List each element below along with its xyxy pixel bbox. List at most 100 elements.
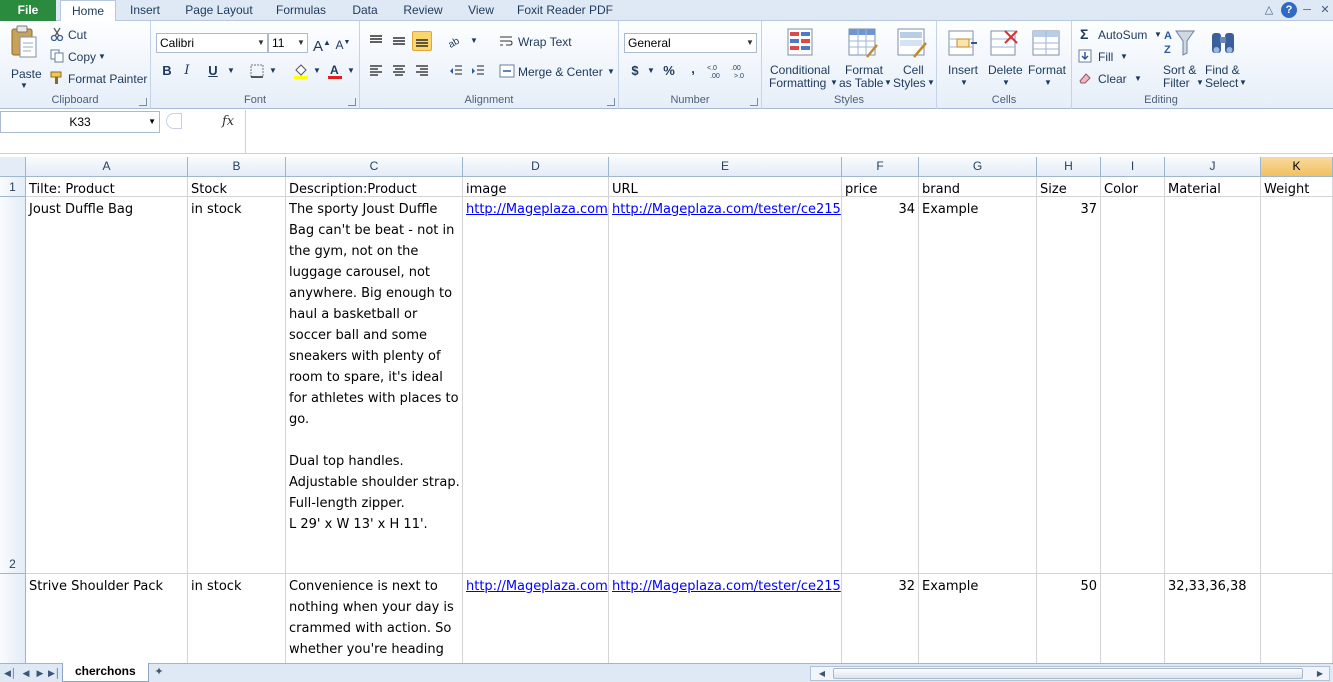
tab-data[interactable]: Data [344, 0, 386, 21]
font-name-select[interactable]: Calibri ▼ [156, 33, 268, 53]
tab-file[interactable]: File [0, 0, 56, 21]
cell-b3[interactable]: in stock [188, 574, 286, 663]
increase-indent-button[interactable] [468, 61, 488, 81]
font-launcher-icon[interactable] [348, 98, 356, 106]
align-left-button[interactable] [366, 61, 386, 81]
align-center-button[interactable] [389, 61, 409, 81]
last-sheet-icon[interactable]: ▶│ [48, 666, 61, 680]
insert-cells-button[interactable]: Insert ▼ [943, 25, 983, 89]
align-right-button[interactable] [412, 61, 432, 81]
number-format-select[interactable]: General ▼ [624, 33, 757, 53]
shrink-font-button[interactable]: A▼ [333, 33, 353, 53]
cell-d2[interactable]: http://Mageplaza.com [463, 197, 609, 574]
currency-dropdown-icon[interactable]: ▼ [641, 61, 661, 81]
cell-g1[interactable]: brand [919, 177, 1037, 197]
cell-i1[interactable]: Color [1101, 177, 1165, 197]
align-middle-button[interactable] [389, 31, 409, 51]
column-header-d[interactable]: D [463, 157, 609, 177]
cell-j3[interactable]: 32,33,36,38 [1165, 574, 1261, 663]
cell-j2[interactable] [1165, 197, 1261, 574]
clipboard-launcher-icon[interactable] [139, 98, 147, 106]
autosum-button[interactable]: Σ AutoSum ▼ [1078, 26, 1162, 44]
conditional-formatting-button[interactable]: Conditional Formatting ▼ [766, 25, 838, 90]
cell-g2[interactable]: Example [919, 197, 1037, 574]
select-all-corner[interactable] [0, 157, 26, 177]
fill-button[interactable]: Fill ▼ [1078, 48, 1138, 66]
align-bottom-button[interactable] [412, 31, 432, 51]
tab-view[interactable]: View [460, 0, 502, 21]
grow-font-button[interactable]: A▲ [312, 33, 332, 55]
format-cells-button[interactable]: Format ▼ [1027, 25, 1069, 89]
orientation-button[interactable]: ab [446, 31, 466, 51]
scroll-left-icon[interactable]: ◀ [815, 667, 829, 680]
cell-c3[interactable]: Convenience is next to nothing when your… [286, 574, 463, 663]
window-minimize-icon[interactable]: ─ [1299, 2, 1315, 18]
cell-a2[interactable]: Joust Duffle Bag [26, 197, 188, 574]
help-icon[interactable]: ? [1281, 2, 1297, 18]
sheet-tab[interactable]: cherchons [62, 663, 149, 682]
first-sheet-icon[interactable]: ◀│ [4, 666, 17, 680]
cell-i2[interactable] [1101, 197, 1165, 574]
prev-sheet-icon[interactable]: ◀ [20, 666, 32, 680]
sort-filter-button[interactable]: A Z Sort & Filter ▼ [1160, 25, 1204, 90]
cell-i3[interactable] [1101, 574, 1165, 663]
tab-page-layout[interactable]: Page Layout [179, 0, 259, 21]
wrap-text-button[interactable]: Wrap Text [499, 33, 589, 51]
cell-h2[interactable]: 37 [1037, 197, 1101, 574]
copy-button[interactable]: Copy ▼ [50, 48, 140, 66]
orientation-dropdown-icon[interactable]: ▼ [464, 31, 484, 51]
fill-color-dropdown-icon[interactable]: ▼ [307, 61, 327, 81]
percent-button[interactable]: % [659, 61, 679, 81]
column-header-c[interactable]: C [286, 157, 463, 177]
bold-button[interactable]: B [157, 61, 177, 81]
tab-home[interactable]: Home [60, 0, 116, 22]
format-as-table-button[interactable]: Format as Table ▼ [837, 25, 892, 90]
cell-f2[interactable]: 34 [842, 197, 919, 574]
font-size-select[interactable]: 11 ▼ [268, 33, 308, 53]
horizontal-scroll-thumb[interactable] [833, 668, 1303, 679]
column-header-g[interactable]: G [919, 157, 1037, 177]
cell-c2[interactable]: The sporty Joust Duffle Bag can't be bea… [286, 197, 463, 574]
cell-e3[interactable]: http://Mageplaza.com/tester/ce215 [609, 574, 842, 663]
cell-g3[interactable]: Example [919, 574, 1037, 663]
row-header[interactable]: 2 [0, 197, 26, 574]
paste-button[interactable]: Paste ▼ [4, 25, 44, 90]
cell-b1[interactable]: Stock [188, 177, 286, 197]
cell-d3[interactable]: http://Mageplaza.com [463, 574, 609, 663]
cell-k1[interactable]: Weight [1261, 177, 1333, 197]
clear-button[interactable]: Clear ▼ [1078, 70, 1148, 88]
cell-k3[interactable] [1261, 574, 1333, 663]
insert-sheet-icon[interactable]: ✦ [150, 665, 168, 680]
cell-k2[interactable] [1261, 197, 1333, 574]
formula-input[interactable] [245, 110, 1333, 154]
decrease-decimal-button[interactable]: .00 >.0 [731, 61, 751, 81]
format-painter-button[interactable]: Format Painter [50, 70, 150, 88]
cell-f1[interactable]: price [842, 177, 919, 197]
cell-a3[interactable]: Strive Shoulder Pack [26, 574, 188, 663]
cell-f3[interactable]: 32 [842, 574, 919, 663]
scroll-right-icon[interactable]: ▶ [1313, 667, 1327, 680]
font-color-dropdown-icon[interactable]: ▼ [341, 61, 361, 81]
column-header-f[interactable]: F [842, 157, 919, 177]
next-sheet-icon[interactable]: ▶ [34, 666, 46, 680]
column-header-e[interactable]: E [609, 157, 842, 177]
cut-button[interactable]: Cut [50, 26, 140, 44]
column-header-i[interactable]: I [1101, 157, 1165, 177]
column-header-a[interactable]: A [26, 157, 188, 177]
column-header-h[interactable]: H [1037, 157, 1101, 177]
formula-bar-resize-handle[interactable] [166, 113, 182, 129]
align-top-button[interactable] [366, 31, 386, 51]
tab-review[interactable]: Review [396, 0, 450, 21]
minimize-ribbon-icon[interactable]: △ [1261, 2, 1277, 18]
cell-h3[interactable]: 50 [1037, 574, 1101, 663]
cell-b2[interactable]: in stock [188, 197, 286, 574]
cell-j1[interactable]: Material [1165, 177, 1261, 197]
increase-decimal-button[interactable]: <.0.00 [707, 61, 727, 81]
cell-c1[interactable]: Description:Product [286, 177, 463, 197]
name-box[interactable]: K33 ▼ [0, 111, 160, 133]
window-close-icon[interactable]: ✕ [1317, 2, 1333, 18]
delete-cells-button[interactable]: Delete ▼ [985, 25, 1025, 89]
horizontal-scrollbar[interactable]: ◀ ▶ [810, 666, 1330, 681]
cell-e1[interactable]: URL [609, 177, 842, 197]
find-select-button[interactable]: Find & Select ▼ [1202, 25, 1248, 90]
